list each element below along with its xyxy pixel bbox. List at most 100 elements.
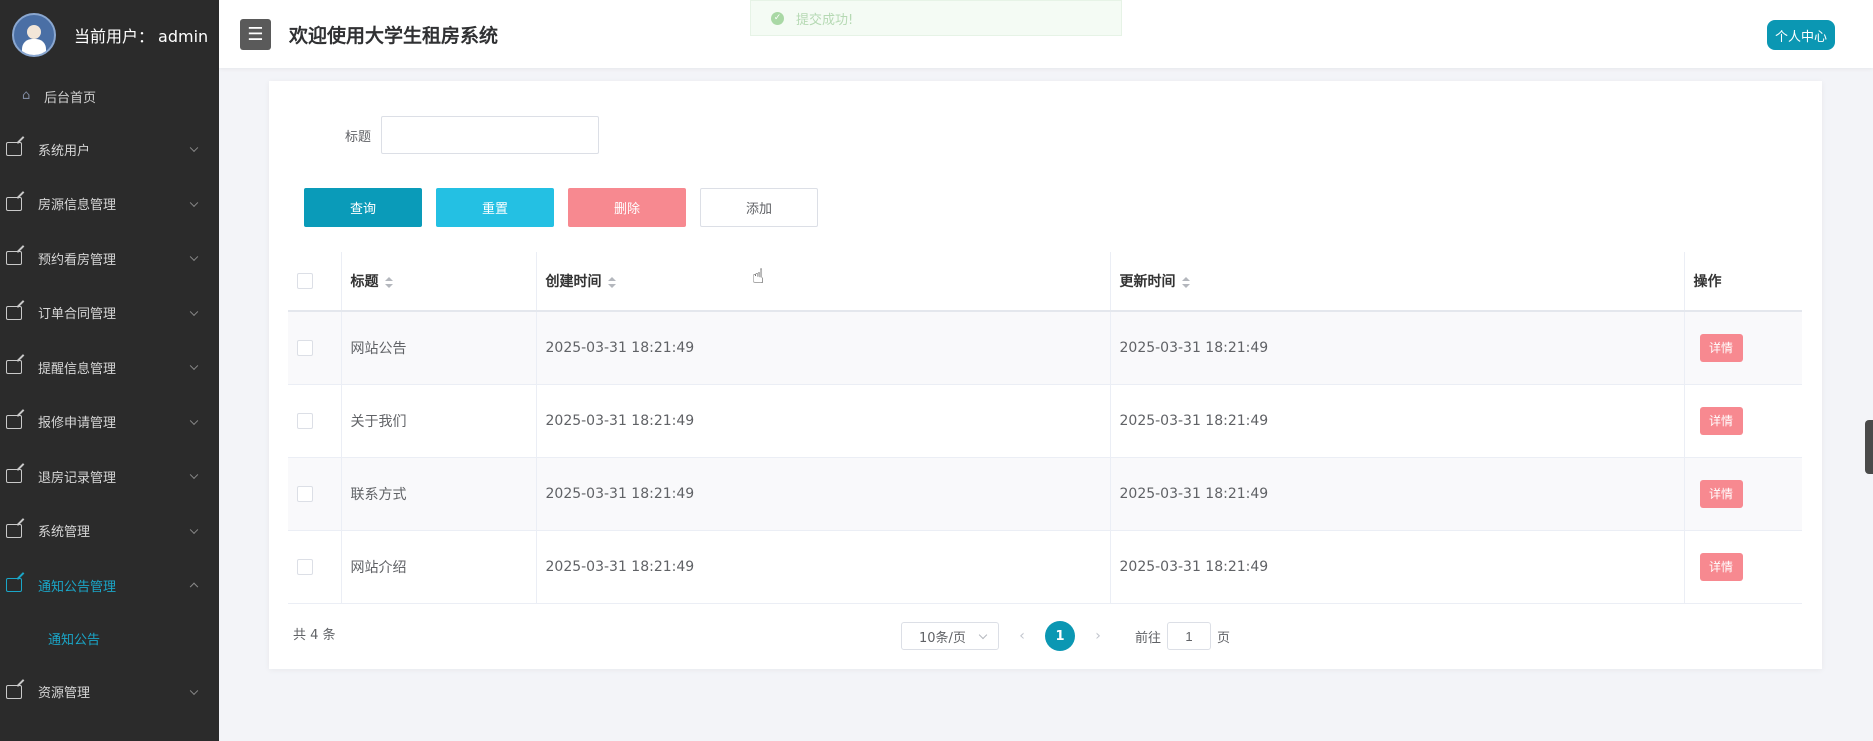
- sidebar-item-home[interactable]: ⌂ 后台首页: [0, 70, 219, 122]
- detail-button[interactable]: 详情: [1699, 333, 1743, 362]
- chevron-down-icon: [189, 686, 199, 695]
- detail-button[interactable]: 详情: [1699, 406, 1743, 435]
- sidebar-item-system[interactable]: 系统管理: [0, 504, 219, 559]
- home-icon: ⌂: [22, 88, 31, 103]
- sidebar-subitem-label: 通知公告: [48, 633, 101, 648]
- user-box: 当前用户： admin: [0, 0, 219, 70]
- chevron-up-icon: [189, 582, 199, 592]
- sidebar-item-viewings[interactable]: 预约看房管理: [0, 231, 219, 286]
- cell-created: 2025-03-31 18:21:49: [536, 384, 1111, 458]
- query-button[interactable]: 查询: [304, 188, 422, 227]
- row-checkbox[interactable]: [297, 558, 313, 575]
- sidebar-item-label: 资源管理: [38, 686, 91, 702]
- chevron-down-icon: [189, 198, 199, 207]
- select-all-checkbox[interactable]: [297, 273, 313, 289]
- column-header-actions: 操作: [1684, 252, 1802, 312]
- delete-button[interactable]: 删除: [568, 188, 686, 227]
- sidebar-item-label: 订单合同管理: [38, 307, 117, 323]
- sidebar-item-system-users[interactable]: 系统用户: [0, 122, 219, 177]
- cell-actions: 详情: [1684, 457, 1802, 531]
- cell-created: 2025-03-31 18:21:49: [536, 311, 1111, 385]
- search-label: 标题: [345, 129, 372, 145]
- page-size-value: 10条/页: [919, 630, 966, 646]
- next-page-button[interactable]: ›: [1083, 628, 1113, 644]
- cell-title: 网站公告: [341, 311, 537, 385]
- sidebar-item-reminders[interactable]: 提醒信息管理: [0, 340, 219, 395]
- goto-page-input[interactable]: [1167, 622, 1212, 650]
- cell-actions: 详情: [1684, 311, 1802, 385]
- sidebar-item-notices[interactable]: 通知公告管理: [0, 558, 219, 613]
- profile-center-button[interactable]: 个人中心: [1766, 20, 1835, 50]
- sidebar-item-resources[interactable]: 资源管理: [0, 665, 219, 720]
- scrollbar-handle[interactable]: [1865, 420, 1873, 474]
- chevron-down-icon: [189, 252, 199, 262]
- row-checkbox[interactable]: [297, 339, 313, 356]
- sidebar-item-label: 系统用户: [38, 143, 91, 159]
- row-select-cell: [288, 311, 342, 385]
- avatar: [12, 13, 56, 57]
- cell-created: 2025-03-31 18:21:49: [536, 530, 1111, 604]
- success-toast: ✓ 提交成功!: [750, 0, 1122, 36]
- chevron-down-icon: [189, 470, 199, 480]
- table-row: 网站公告 2025-03-31 18:21:49 2025-03-31 18:2…: [288, 311, 1802, 385]
- hamburger-icon: ☰: [247, 23, 264, 45]
- row-checkbox[interactable]: [297, 412, 313, 429]
- current-user-label: 当前用户：: [74, 27, 155, 46]
- edit-icon: [6, 414, 22, 429]
- row-checkbox[interactable]: [297, 485, 313, 502]
- sidebar-item-repairs[interactable]: 报修申请管理: [0, 395, 219, 450]
- cell-updated: 2025-03-31 18:21:49: [1110, 384, 1685, 458]
- chevron-down-icon: [189, 307, 199, 316]
- sort-icon[interactable]: [1181, 276, 1190, 288]
- column-header-title[interactable]: 标题: [341, 252, 537, 312]
- prev-page-button[interactable]: ‹: [1007, 628, 1037, 644]
- page-size-select[interactable]: 10条/页: [901, 622, 999, 650]
- cell-updated: 2025-03-31 18:21:49: [1110, 311, 1685, 385]
- sidebar-item-listings[interactable]: 房源信息管理: [0, 177, 219, 232]
- detail-button[interactable]: 详情: [1699, 552, 1743, 581]
- sidebar-subitem-notice[interactable]: 通知公告: [0, 613, 219, 665]
- edit-icon: [6, 578, 22, 593]
- sidebar-item-label: 通知公告管理: [38, 579, 117, 595]
- edit-icon: [6, 684, 22, 699]
- title-search-input[interactable]: [381, 116, 600, 154]
- check-circle-icon: ✓: [771, 11, 784, 25]
- edit-icon: [6, 469, 22, 484]
- column-header-label: 更新时间: [1119, 274, 1176, 290]
- table-row: 网站介绍 2025-03-31 18:21:49 2025-03-31 18:2…: [288, 530, 1802, 604]
- sort-icon[interactable]: [384, 276, 393, 288]
- column-header-label: 标题: [350, 274, 379, 290]
- chevron-down-icon: [189, 361, 199, 371]
- edit-icon: [6, 251, 22, 266]
- goto-suffix: 页: [1217, 630, 1231, 646]
- sidebar-item-contracts[interactable]: 订单合同管理: [0, 286, 219, 341]
- detail-button[interactable]: 详情: [1699, 479, 1743, 508]
- edit-icon: [6, 196, 22, 211]
- select-all-cell: [288, 252, 342, 312]
- row-select-cell: [288, 530, 342, 604]
- column-header-label: 创建时间: [545, 274, 602, 290]
- cell-created: 2025-03-31 18:21:49: [536, 457, 1111, 531]
- current-user: 当前用户： admin: [74, 23, 208, 47]
- cell-actions: 详情: [1684, 384, 1802, 458]
- sidebar-item-label: 报修申请管理: [38, 416, 117, 432]
- page-number-current[interactable]: 1: [1045, 621, 1075, 651]
- sidebar-item-label: 系统管理: [38, 525, 91, 541]
- notice-table: 标题 创建时间 更新时间 操作 网站公告 2025-03-31 18:21:49…: [288, 252, 1802, 604]
- sort-icon[interactable]: [607, 276, 616, 288]
- cell-actions: 详情: [1684, 530, 1802, 604]
- add-button[interactable]: 添加: [700, 188, 818, 227]
- sidebar-item-label: 房源信息管理: [38, 198, 117, 214]
- sidebar-item-label: 后台首页: [44, 90, 97, 106]
- edit-icon: [6, 305, 22, 320]
- toast-message: 提交成功!: [796, 12, 854, 28]
- sidebar: 当前用户： admin ⌂ 后台首页 系统用户 房源信息管理 预约看房管理 订单合…: [0, 0, 219, 741]
- reset-button[interactable]: 重置: [436, 188, 554, 227]
- sidebar-item-checkouts[interactable]: 退房记录管理: [0, 449, 219, 504]
- sidebar-item-label: 退房记录管理: [38, 470, 117, 486]
- column-header-created[interactable]: 创建时间: [536, 252, 1111, 312]
- column-header-updated[interactable]: 更新时间: [1110, 252, 1685, 312]
- menu-toggle-button[interactable]: ☰: [240, 18, 271, 50]
- chevron-down-icon: [189, 525, 199, 534]
- cell-title: 关于我们: [341, 384, 537, 458]
